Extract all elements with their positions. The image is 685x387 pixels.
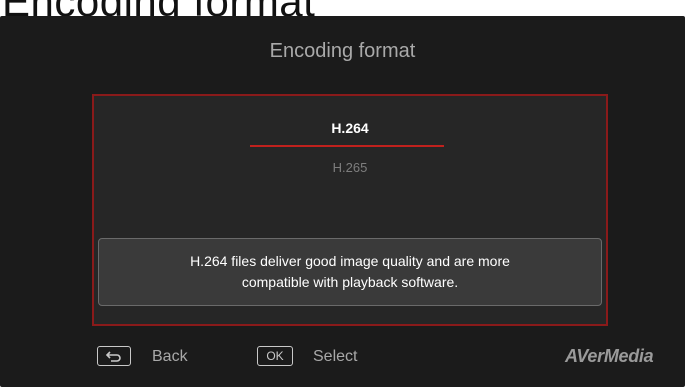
ok-key[interactable]: OK bbox=[257, 346, 293, 366]
select-label: Select bbox=[313, 348, 358, 365]
return-arrow-icon bbox=[105, 351, 121, 362]
footer-hints: Back OK Select AVerMedia bbox=[0, 344, 685, 374]
selection-underline bbox=[250, 145, 444, 147]
option-h264[interactable]: H.264 bbox=[94, 120, 606, 136]
dialog-title: Encoding format bbox=[269, 40, 416, 62]
avermedia-logo: AVerMedia bbox=[565, 346, 654, 366]
back-key[interactable] bbox=[97, 346, 131, 366]
description-line-1: H.264 files deliver good image quality a… bbox=[190, 253, 510, 269]
description-box: H.264 files deliver good image quality a… bbox=[98, 238, 602, 306]
description-line-2: compatible with playback software. bbox=[241, 274, 459, 290]
back-label: Back bbox=[152, 348, 188, 365]
options-panel: H.264 H.265 H.264 files deliver good ima… bbox=[92, 94, 608, 326]
option-h265[interactable]: H.265 bbox=[94, 160, 606, 175]
encoding-format-screen: Encoding format H.264 H.265 H.264 files … bbox=[0, 16, 685, 387]
